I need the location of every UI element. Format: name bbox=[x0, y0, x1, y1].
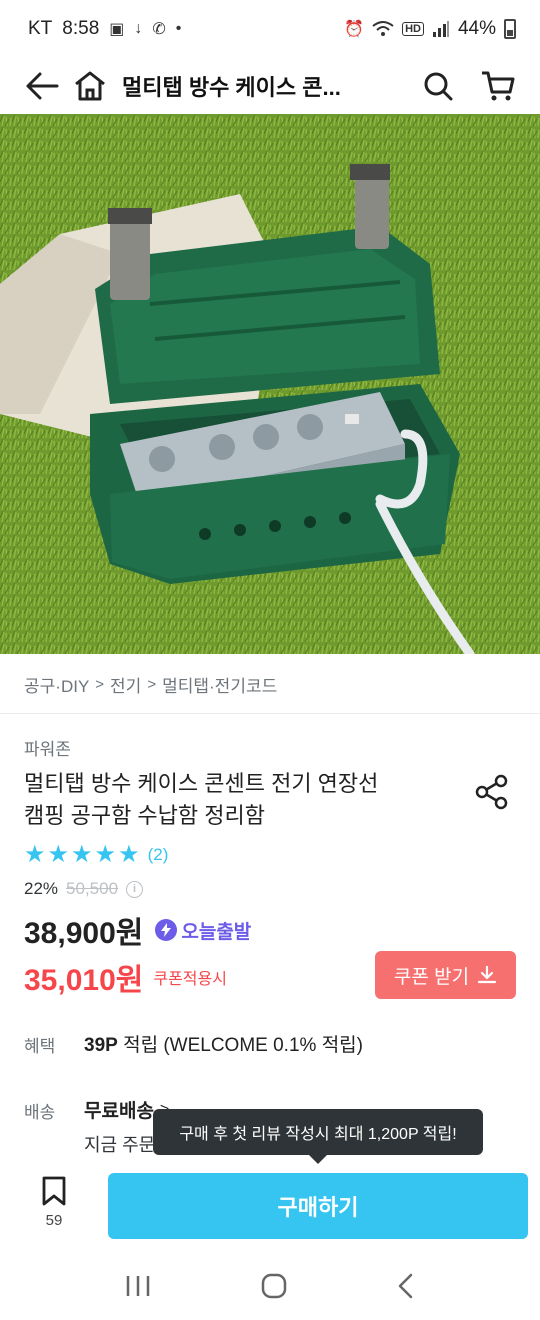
discount-rate: 22% bbox=[24, 879, 59, 898]
share-icon bbox=[475, 774, 508, 810]
coupon-price: 35,010원 bbox=[24, 964, 144, 997]
system-nav-bar bbox=[0, 1252, 540, 1320]
back-arrow-icon bbox=[26, 72, 59, 100]
benefit-points: 39P bbox=[84, 1035, 118, 1056]
review-point-tooltip: 구매 후 첫 리뷰 작성시 최대 1,200P 적립! bbox=[153, 1109, 483, 1164]
product-title: 멀티탭 방수 케이스 콘센트 전기 연장선 캠핑 공구함 수납함 정리함 bbox=[24, 768, 444, 832]
breadcrumb-item-tools[interactable]: 공구·DIY bbox=[24, 672, 89, 697]
benefit-label: 혜택 bbox=[24, 1037, 56, 1056]
today-shipping-badge: 오늘출발 bbox=[155, 917, 251, 944]
review-count[interactable]: (2) bbox=[148, 845, 169, 865]
alarm-icon: ⏰ bbox=[344, 21, 365, 38]
shipping-label: 배송 bbox=[24, 1103, 56, 1122]
wifi-icon bbox=[372, 21, 394, 36]
signal-icon bbox=[432, 21, 449, 37]
benefit-row: 혜택 39P 적립 (WELCOME 0.1% 적립) bbox=[24, 1030, 363, 1057]
buy-button[interactable]: 구매하기 bbox=[108, 1173, 528, 1239]
coupon-note: 쿠폰적용시 bbox=[153, 971, 227, 988]
product-title-line-1: 멀티탭 방수 케이스 콘센트 전기 연장선 bbox=[24, 771, 379, 796]
lightning-icon bbox=[155, 919, 178, 941]
benefit-value: 39P 적립 (WELCOME 0.1% 적립) bbox=[84, 1030, 363, 1057]
shipping-row: 배송 무료배송 > 지금 주문 bbox=[24, 1096, 169, 1157]
cart-icon bbox=[482, 71, 515, 101]
original-price: 50,500 bbox=[66, 879, 119, 898]
carrier-label: KT bbox=[28, 18, 53, 39]
back-nav-icon[interactable] bbox=[396, 1273, 416, 1299]
bookmark-icon bbox=[42, 1176, 66, 1206]
breadcrumb-item-electric[interactable]: 전기 bbox=[110, 672, 141, 697]
chevron-right-icon: > bbox=[147, 675, 157, 693]
discount-row: 22% 50,500 i bbox=[24, 879, 144, 899]
download-icon bbox=[477, 965, 497, 984]
battery-percent: 44% bbox=[457, 18, 496, 39]
product-title-line-2: 캠핑 공구함 수납함 정리함 bbox=[24, 803, 265, 828]
rating-stars[interactable]: ★ ★ ★ ★ ★ (2) bbox=[24, 843, 168, 867]
app-header: 멀티탭 방수 케이스 콘... bbox=[0, 58, 540, 114]
sale-price: 38,900원 bbox=[24, 917, 144, 950]
share-button[interactable] bbox=[470, 770, 514, 814]
today-shipping-label: 오늘출발 bbox=[181, 921, 252, 943]
clock: 8:58 bbox=[62, 18, 100, 39]
home-button[interactable] bbox=[66, 62, 114, 110]
get-coupon-label: 쿠폰 받기 bbox=[393, 966, 470, 988]
benefit-text: 적립 (WELCOME 0.1% 적립) bbox=[117, 1035, 363, 1056]
gallery-icon: ▣ bbox=[109, 21, 125, 38]
info-icon[interactable]: i bbox=[126, 880, 144, 898]
battery-icon bbox=[504, 19, 516, 39]
home-nav-icon[interactable] bbox=[261, 1273, 287, 1299]
breadcrumb-item-multitap[interactable]: 멀티탭·전기코드 bbox=[162, 672, 277, 697]
cart-button[interactable] bbox=[474, 62, 522, 110]
brand-name[interactable]: 파워존 bbox=[24, 735, 71, 760]
divider bbox=[0, 713, 540, 714]
star-icon: ★ bbox=[94, 841, 117, 868]
wifi-calling-icon: ✆ bbox=[152, 21, 166, 38]
header-title: 멀티탭 방수 케이스 콘... bbox=[122, 75, 341, 100]
breadcrumb: 공구·DIY > 전기 > 멀티탭·전기코드 bbox=[24, 664, 277, 704]
status-bar: KT 8:58 ▣ ↓ ✆ • ⏰ HD 44% bbox=[0, 0, 540, 58]
star-icon: ★ bbox=[24, 841, 46, 868]
search-icon bbox=[424, 72, 453, 101]
star-icon: ★ bbox=[47, 841, 70, 868]
download-icon: ↓ bbox=[134, 20, 143, 37]
hd-icon: HD bbox=[402, 22, 424, 36]
product-photo bbox=[0, 114, 540, 654]
home-icon bbox=[75, 71, 105, 101]
star-icon: ★ bbox=[71, 841, 93, 868]
back-button[interactable] bbox=[18, 62, 66, 110]
chevron-right-icon: > bbox=[95, 675, 105, 693]
star-icon: ★ bbox=[118, 841, 140, 868]
free-shipping-label: 무료배송 bbox=[84, 1101, 154, 1122]
get-coupon-button[interactable]: 쿠폰 받기 bbox=[375, 951, 516, 999]
recent-apps-icon[interactable] bbox=[124, 1273, 152, 1299]
dot-icon: • bbox=[175, 20, 182, 37]
product-image[interactable] bbox=[0, 114, 540, 654]
bookmark-count: 59 bbox=[45, 1212, 63, 1229]
coupon-price-row: 35,010원 쿠폰적용시 bbox=[24, 955, 227, 999]
price-row: 38,900원 오늘출발 bbox=[24, 908, 251, 952]
search-button[interactable] bbox=[414, 62, 462, 110]
bookmark-button[interactable]: 59 bbox=[24, 1176, 84, 1236]
